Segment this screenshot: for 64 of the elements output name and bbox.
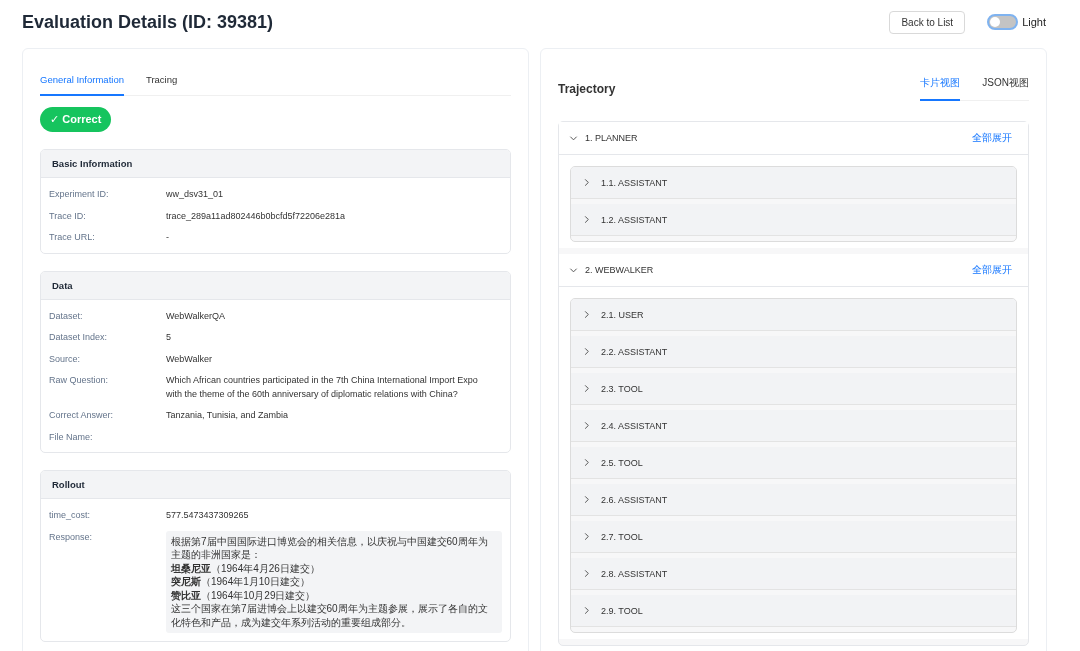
field-value: ww_dsv31_01 bbox=[166, 188, 225, 201]
field-label: Source: bbox=[49, 352, 82, 366]
field-value: - bbox=[166, 231, 170, 244]
step-row[interactable]: 2.7. TOOL bbox=[571, 521, 1016, 553]
step-row[interactable]: 2.6. ASSISTANT bbox=[571, 484, 1016, 516]
status-badge: ✓ Correct bbox=[40, 107, 112, 132]
response-line: 突尼斯（1964年1月10日建交） bbox=[171, 575, 311, 589]
page-title: Evaluation Details (ID: 39381) bbox=[22, 11, 274, 33]
step-row[interactable]: 1.1. ASSISTANT bbox=[571, 167, 1016, 199]
response-line: 坦桑尼亚（1964年4月26日建交） bbox=[171, 561, 321, 575]
group-header[interactable]: 1. PLANNER bbox=[569, 133, 638, 143]
chevron-right-icon bbox=[582, 421, 591, 430]
step-row[interactable]: 1.2. ASSISTANT bbox=[571, 204, 1016, 236]
field-label: Experiment ID: bbox=[49, 188, 110, 201]
trajectory-title: Trajectory bbox=[558, 81, 616, 96]
chevron-right-icon bbox=[582, 347, 591, 356]
field-value: 5 bbox=[166, 331, 172, 344]
tab[interactable]: Tracing bbox=[145, 67, 178, 96]
field-label: Trace URL: bbox=[49, 231, 96, 244]
field-label: Correct Answer: bbox=[49, 409, 115, 422]
chevron-right-icon bbox=[582, 178, 591, 187]
step-row[interactable]: 2.2. ASSISTANT bbox=[571, 336, 1016, 368]
tab[interactable]: JSON视图 bbox=[982, 69, 1029, 101]
field-label: Raw Question: bbox=[49, 374, 110, 387]
section-title: Data bbox=[41, 271, 510, 300]
field-value: WebWalkerQA bbox=[166, 309, 226, 323]
chevron-right-icon bbox=[582, 569, 591, 578]
response-line: 这三个国家在第7届进博会上以建交60周年为主题参展，展示了各自的文化特色和产品，成为建交年系列活动的重要组成部分。 bbox=[171, 602, 489, 629]
field-label: time_cost: bbox=[49, 509, 91, 522]
field-value: Tanzania, Tunisia, and Zambia bbox=[166, 409, 290, 422]
section-title: Basic Information bbox=[41, 150, 510, 178]
field-value: 577.5473437309265 bbox=[166, 509, 250, 522]
step-row[interactable]: 2.3. TOOL bbox=[571, 373, 1016, 405]
field-value: Which African countries participated in the 7th China International Import Expo with the theme of the 60th anniversary of diplomatic relations with China? bbox=[166, 374, 479, 401]
theme-label: Light bbox=[1022, 16, 1046, 28]
chevron-right-icon bbox=[582, 310, 591, 319]
step-row[interactable]: 2.1. USER bbox=[571, 299, 1016, 331]
chevron-right-icon bbox=[582, 215, 591, 224]
field-label: Response: bbox=[49, 530, 94, 544]
response-line: 赞比亚（1964年10月29日建交） bbox=[171, 588, 317, 602]
response-line: 根据第7届中国国际进口博览会的相关信息，以庆祝与中国建交60周年为主题的非洲国家是： bbox=[171, 534, 489, 562]
expand-all-link[interactable]: 全部展开 bbox=[972, 131, 1012, 145]
step-row[interactable]: 2.5. TOOL bbox=[571, 447, 1016, 479]
field-value: WebWalker bbox=[166, 352, 213, 366]
expand-all-link[interactable]: 全部展开 bbox=[972, 263, 1012, 277]
field-label: Dataset: bbox=[49, 309, 84, 323]
field-label: Dataset Index: bbox=[49, 331, 109, 344]
step-row[interactable]: 2.8. ASSISTANT bbox=[571, 558, 1016, 590]
field-label: Trace ID: bbox=[49, 209, 87, 223]
chevron-right-icon bbox=[582, 458, 591, 467]
theme-toggle[interactable] bbox=[987, 14, 1019, 30]
step-row[interactable]: 2.9. TOOL bbox=[571, 595, 1016, 627]
step-row[interactable]: 2.4. ASSISTANT bbox=[571, 410, 1016, 442]
tab[interactable]: 卡片视图 bbox=[920, 69, 961, 101]
chevron-right-icon bbox=[582, 606, 591, 615]
tab[interactable]: General Information bbox=[40, 67, 124, 96]
back-button[interactable]: Back to List bbox=[889, 10, 966, 34]
chevron-right-icon bbox=[582, 532, 591, 541]
section-title: Rollout bbox=[41, 471, 510, 499]
chevron-right-icon bbox=[582, 384, 591, 393]
field-value: trace_289a11ad802446b0bcfd5f72206e281a bbox=[166, 209, 346, 223]
field-label: File Name: bbox=[49, 430, 94, 444]
chevron-right-icon bbox=[582, 495, 591, 504]
group-header[interactable]: 2. WEBWALKER bbox=[569, 265, 654, 275]
